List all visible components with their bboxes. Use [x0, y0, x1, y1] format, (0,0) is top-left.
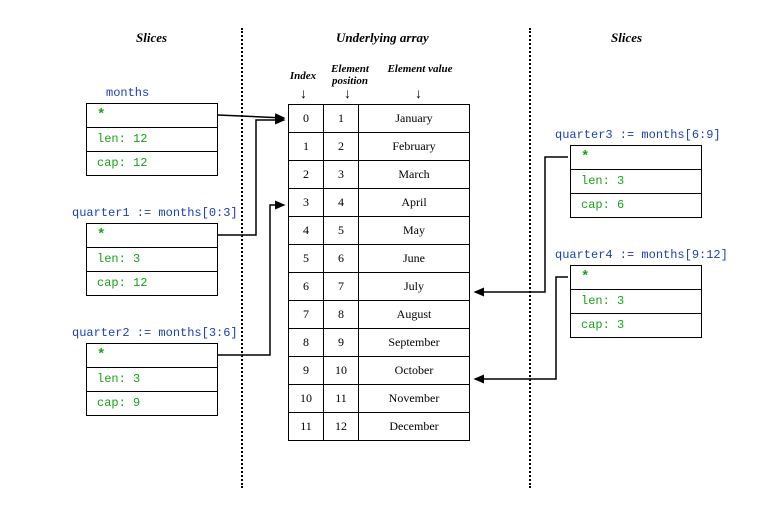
cell-value: January [359, 105, 470, 133]
slice-box-months: * len: 12 cap: 12 [86, 103, 218, 176]
cell-value: April [359, 189, 470, 217]
cell-position: 3 [324, 161, 359, 189]
cell-position: 7 [324, 273, 359, 301]
cell-position: 4 [324, 189, 359, 217]
slice-len: len: 12 [87, 128, 217, 152]
cell-index: 3 [289, 189, 324, 217]
slice-label-quarter4: quarter4 := months[9:12] [555, 248, 728, 262]
cell-position: 6 [324, 245, 359, 273]
diagram-stage: Slices Underlying array Slices Index Ele… [0, 0, 774, 516]
heading-underlying-array: Underlying array [336, 30, 429, 46]
table-row: 89September [289, 329, 470, 357]
arrow-down-icon: ↓ [415, 85, 422, 101]
divider-left [241, 28, 243, 488]
arrow-down-icon: ↓ [300, 85, 307, 101]
cell-index: 11 [289, 413, 324, 441]
slice-cap: cap: 9 [87, 392, 217, 415]
slice-len: len: 3 [87, 248, 217, 272]
cell-position: 10 [324, 357, 359, 385]
table-row: 45May [289, 217, 470, 245]
table-row: 67July [289, 273, 470, 301]
col-header-value: Element value [385, 63, 455, 75]
pointer-star: * [581, 149, 589, 165]
cell-position: 9 [324, 329, 359, 357]
slice-label-months: months [106, 86, 149, 100]
cell-index: 9 [289, 357, 324, 385]
cell-index: 5 [289, 245, 324, 273]
cell-index: 0 [289, 105, 324, 133]
slice-cap: cap: 3 [571, 314, 701, 337]
slice-cap: cap: 12 [87, 272, 217, 295]
table-row: 12February [289, 133, 470, 161]
slice-box-quarter4: * len: 3 cap: 3 [570, 265, 702, 338]
slice-box-quarter1: * len: 3 cap: 12 [86, 223, 218, 296]
cell-position: 11 [324, 385, 359, 413]
slice-len: len: 3 [571, 290, 701, 314]
pointer-star: * [97, 107, 105, 123]
pointer-star: * [581, 269, 589, 285]
cell-index: 7 [289, 301, 324, 329]
cell-index: 6 [289, 273, 324, 301]
underlying-array-table: 01January12February23March34April45May56… [288, 104, 470, 441]
cell-value: March [359, 161, 470, 189]
cell-value: June [359, 245, 470, 273]
cell-index: 8 [289, 329, 324, 357]
slice-cap: cap: 6 [571, 194, 701, 217]
slice-len: len: 3 [87, 368, 217, 392]
heading-slices-right: Slices [611, 30, 642, 46]
table-row: 34April [289, 189, 470, 217]
cell-index: 10 [289, 385, 324, 413]
pointer-star: * [97, 227, 105, 243]
table-row: 56June [289, 245, 470, 273]
cell-value: December [359, 413, 470, 441]
cell-value: July [359, 273, 470, 301]
slice-cap: cap: 12 [87, 152, 217, 175]
cell-index: 2 [289, 161, 324, 189]
cell-position: 12 [324, 413, 359, 441]
cell-value: November [359, 385, 470, 413]
cell-position: 2 [324, 133, 359, 161]
table-row: 1112December [289, 413, 470, 441]
cell-index: 1 [289, 133, 324, 161]
cell-position: 8 [324, 301, 359, 329]
slice-box-quarter2: * len: 3 cap: 9 [86, 343, 218, 416]
slice-label-quarter3: quarter3 := months[6:9] [555, 128, 721, 142]
arrow-down-icon: ↓ [344, 85, 351, 101]
table-row: 1011November [289, 385, 470, 413]
col-header-position: Element position [320, 63, 380, 87]
table-row: 01January [289, 105, 470, 133]
cell-position: 5 [324, 217, 359, 245]
pointer-star: * [97, 347, 105, 363]
slice-len: len: 3 [571, 170, 701, 194]
col-header-index: Index [283, 70, 323, 82]
cell-value: October [359, 357, 470, 385]
slice-label-quarter1: quarter1 := months[0:3] [72, 206, 238, 220]
cell-value: August [359, 301, 470, 329]
cell-position: 1 [324, 105, 359, 133]
table-row: 910October [289, 357, 470, 385]
cell-value: May [359, 217, 470, 245]
cell-index: 4 [289, 217, 324, 245]
cell-value: February [359, 133, 470, 161]
slice-box-quarter3: * len: 3 cap: 6 [570, 145, 702, 218]
slice-label-quarter2: quarter2 := months[3:6] [72, 326, 238, 340]
table-row: 78August [289, 301, 470, 329]
cell-value: September [359, 329, 470, 357]
heading-slices-left: Slices [136, 30, 167, 46]
table-row: 23March [289, 161, 470, 189]
divider-right [529, 28, 531, 488]
